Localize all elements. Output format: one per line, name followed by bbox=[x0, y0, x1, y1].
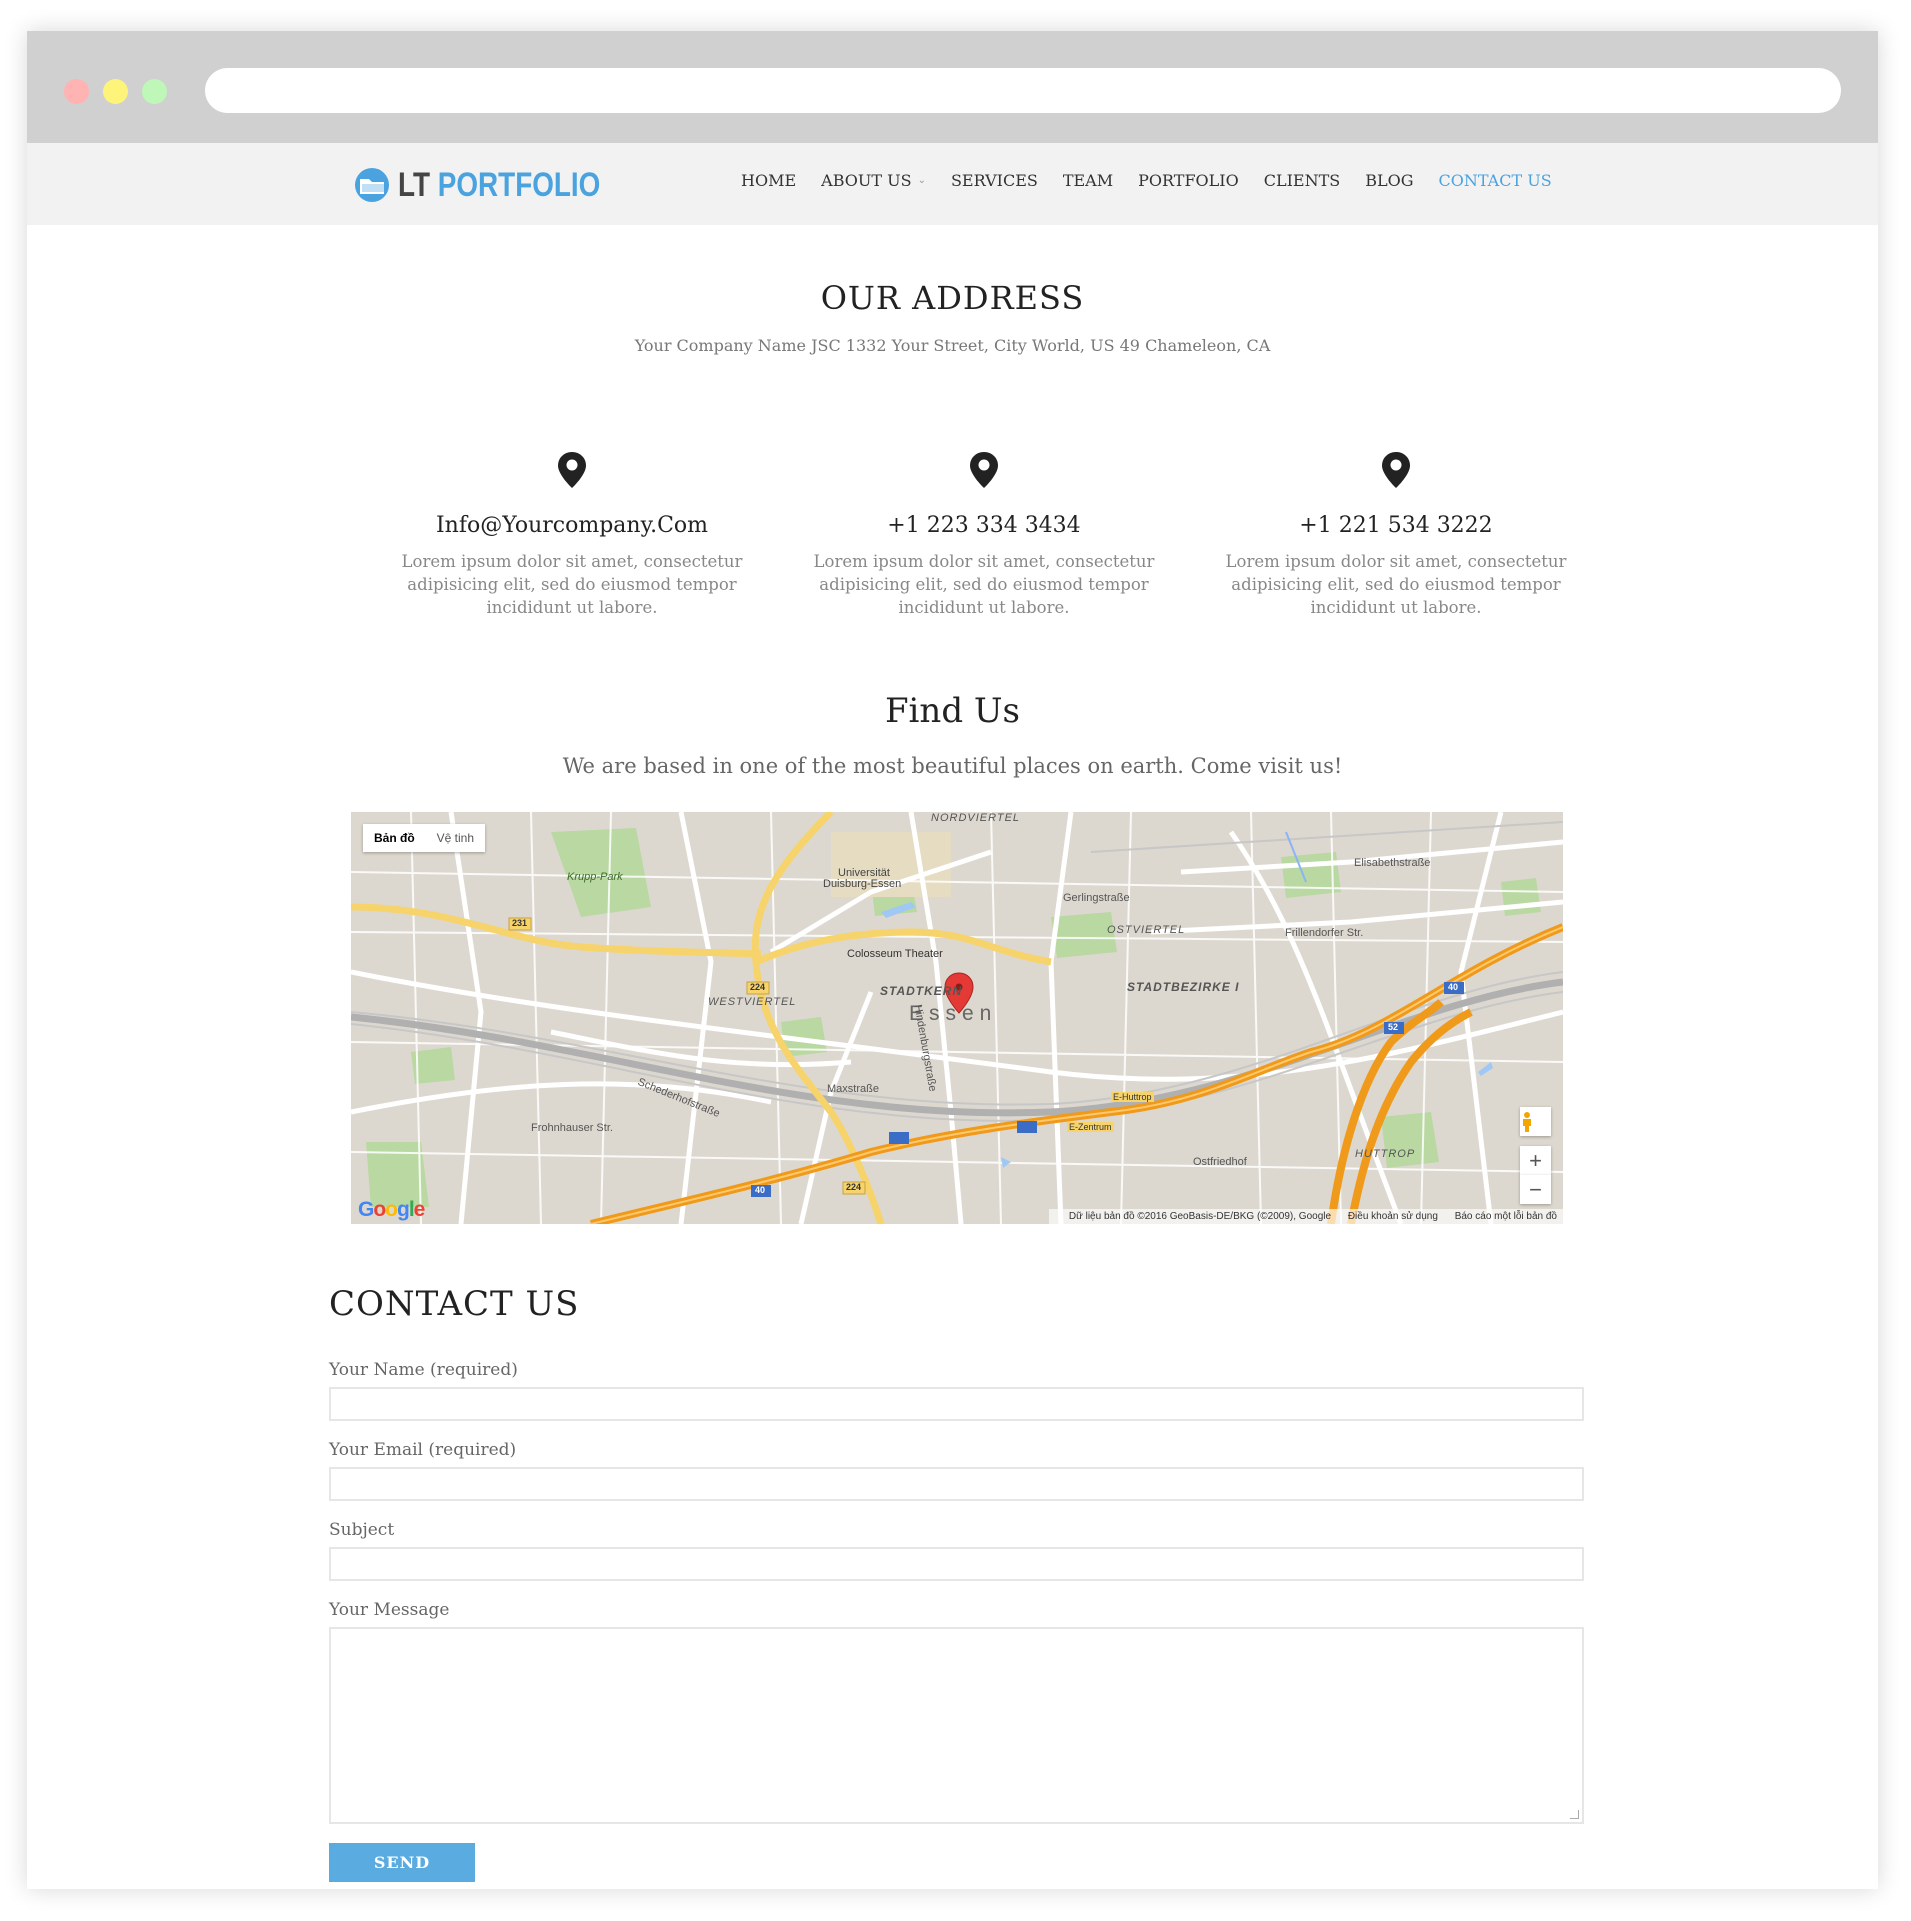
folder-logo-icon bbox=[355, 168, 389, 202]
name-label: Your Name (required) bbox=[329, 1360, 518, 1380]
info-phone-1-text: Lorem ipsum dolor sit amet, consectetur … bbox=[813, 552, 1155, 617]
close-window-dot[interactable] bbox=[64, 79, 89, 104]
logo-lt: LT bbox=[398, 165, 430, 204]
map-type-control: Bản đồ Vệ tinh bbox=[363, 824, 486, 852]
map-route-224-south: 224 bbox=[846, 1182, 862, 1192]
message-textarea[interactable] bbox=[329, 1627, 1584, 1824]
map-attribution: Dữ liệu bản đồ ©2016 GeoBasis-DE/BKG (©2… bbox=[1048, 1209, 1563, 1224]
map-label-gerlingstrasse: Gerlingstraße bbox=[1063, 892, 1130, 904]
nav-home[interactable]: HOME bbox=[741, 171, 796, 190]
send-button[interactable]: SEND bbox=[329, 1843, 475, 1882]
subject-label: Subject bbox=[329, 1520, 395, 1540]
map-terms-link[interactable]: Điều khoản sử dụng bbox=[1348, 1211, 1438, 1222]
chevron-down-icon: ⌄ bbox=[917, 175, 926, 186]
message-label: Your Message bbox=[329, 1600, 450, 1620]
google-map[interactable]: NORDVIERTEL Universität Duisburg-Essen K… bbox=[351, 812, 1563, 1224]
main-nav: HOME ABOUT US ⌄ SERVICES TEAM PORTFOLIO C… bbox=[741, 171, 1577, 190]
subject-input[interactable] bbox=[329, 1547, 1584, 1581]
map-label-e-zentrum: E-Zentrum bbox=[1067, 1122, 1114, 1132]
map-report-link[interactable]: Báo cáo một lỗi bản đồ bbox=[1455, 1211, 1557, 1222]
map-pin-icon bbox=[558, 452, 586, 488]
info-phone-2[interactable]: +1 221 534 3222 bbox=[1206, 513, 1586, 538]
site-logo[interactable]: LT PORTFOLIO bbox=[352, 165, 645, 205]
map-pin-icon bbox=[970, 452, 998, 488]
map-label-colosseum: Colosseum Theater bbox=[847, 948, 943, 960]
map-label-nordviertel: NORDVIERTEL bbox=[931, 812, 1021, 824]
minimize-window-dot[interactable] bbox=[103, 79, 128, 104]
maximize-window-dot[interactable] bbox=[142, 79, 167, 104]
map-label-stadtkern: STADTKERN bbox=[880, 984, 963, 998]
map-label-elisabeth: Elisabethstraße bbox=[1354, 857, 1431, 869]
logo-portfolio: PORTFOLIO bbox=[437, 165, 601, 204]
nav-services[interactable]: SERVICES bbox=[951, 171, 1038, 190]
zoom-out-button[interactable]: − bbox=[1520, 1175, 1551, 1204]
map-label-krupp-park: Krupp-Park bbox=[567, 871, 623, 883]
browser-window: LT PORTFOLIO HOME ABOUT US ⌄ SERVICES TEA… bbox=[27, 31, 1878, 1889]
info-phone-2-text: Lorem ipsum dolor sit amet, consectetur … bbox=[1225, 552, 1567, 617]
map-label-duisburg: Duisburg-Essen bbox=[823, 878, 902, 890]
google-logo[interactable]: Google bbox=[358, 1198, 425, 1222]
address-text: Your Company Name JSC 1332 Your Street, … bbox=[634, 336, 1271, 355]
nav-contact-us[interactable]: CONTACT US bbox=[1439, 171, 1552, 190]
nav-team[interactable]: TEAM bbox=[1063, 171, 1113, 190]
map-data-credit: Dữ liệu bản đồ ©2016 GeoBasis-DE/BKG (©2… bbox=[1068, 1211, 1332, 1222]
map-type-map-button[interactable]: Bản đồ bbox=[363, 824, 426, 852]
email-input[interactable] bbox=[329, 1467, 1584, 1501]
map-label-frohnhauser: Frohnhauser Str. bbox=[531, 1122, 613, 1134]
info-email-text: Lorem ipsum dolor sit amet, consectetur … bbox=[401, 552, 743, 617]
info-column-phone-1: +1 223 334 3434 Lorem ipsum dolor sit am… bbox=[794, 451, 1174, 619]
map-label-e-huttrop: E-Huttrop bbox=[1111, 1092, 1154, 1102]
map-label-ostviertel: OSTVIERTEL bbox=[1107, 924, 1186, 936]
map-route-a40: 40 bbox=[755, 1185, 766, 1195]
address-title: OUR ADDRESS bbox=[820, 279, 1085, 317]
info-column-email: Info@Yourcompany.Com Lorem ipsum dolor s… bbox=[382, 451, 762, 619]
map-label-huttrop: HUTTROP bbox=[1355, 1148, 1416, 1160]
find-us-title: Find Us bbox=[884, 691, 1021, 731]
nav-about-us-label: ABOUT US bbox=[821, 171, 912, 190]
street-view-pegman-icon[interactable] bbox=[1520, 1107, 1551, 1136]
map-label-frillendorfer: Frillendorfer Str. bbox=[1285, 927, 1364, 939]
nav-clients[interactable]: CLIENTS bbox=[1264, 171, 1341, 190]
logo-wordmark: LT PORTFOLIO bbox=[398, 166, 600, 205]
map-label-westviertel: WESTVIERTEL bbox=[708, 996, 797, 1008]
email-label: Your Email (required) bbox=[329, 1440, 517, 1460]
contact-title: CONTACT US bbox=[329, 1284, 580, 1324]
resize-handle-icon[interactable] bbox=[1570, 1810, 1579, 1819]
name-input[interactable] bbox=[329, 1387, 1584, 1421]
map-route-a40-east: 40 bbox=[1448, 982, 1459, 992]
address-bar[interactable] bbox=[205, 68, 1841, 113]
nav-blog[interactable]: BLOG bbox=[1365, 171, 1413, 190]
find-us-subtitle: We are based in one of the most beautifu… bbox=[562, 754, 1343, 778]
nav-about-us[interactable]: ABOUT US ⌄ bbox=[821, 171, 926, 190]
map-route-a52: 52 bbox=[1388, 1022, 1399, 1032]
map-route-224: 224 bbox=[750, 982, 766, 992]
info-email[interactable]: Info@Yourcompany.Com bbox=[382, 513, 762, 538]
info-phone-1[interactable]: +1 223 334 3434 bbox=[794, 513, 1174, 538]
browser-chrome bbox=[27, 31, 1878, 143]
site-header: LT PORTFOLIO HOME ABOUT US ⌄ SERVICES TEA… bbox=[27, 143, 1878, 225]
map-label-maxstrasse: Maxstraße bbox=[827, 1083, 879, 1095]
map-label-stadtbezirke: STADTBEZIRKE I bbox=[1127, 980, 1240, 994]
nav-portfolio[interactable]: PORTFOLIO bbox=[1138, 171, 1239, 190]
map-type-satellite-button[interactable]: Vệ tinh bbox=[426, 824, 485, 852]
map-pin-icon bbox=[1382, 452, 1410, 488]
info-column-phone-2: +1 221 534 3222 Lorem ipsum dolor sit am… bbox=[1206, 451, 1586, 619]
map-label-ostfriedhof: Ostfriedhof bbox=[1193, 1156, 1247, 1168]
zoom-in-button[interactable]: + bbox=[1520, 1146, 1551, 1175]
map-route-231: 231 bbox=[512, 918, 528, 928]
